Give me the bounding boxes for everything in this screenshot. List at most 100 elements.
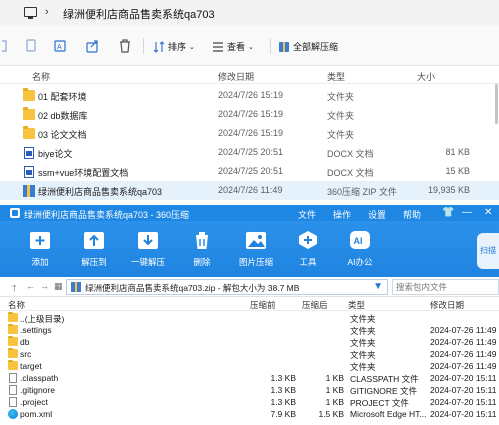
file-name: 03 论文文档 [38,130,87,140]
scan-button[interactable]: 扫描 [477,233,499,269]
file-row[interactable]: 02 db数据库 2024/7/26 15:19 文件夹 [0,105,499,124]
column-modified[interactable]: 修改日期 [218,70,254,83]
add-button[interactable]: 添加 [18,229,62,275]
zip-file-row[interactable]: .project 1.3 KB 1 KB PROJECT 文件 2024-07-20 1… [0,396,499,408]
copy-icon[interactable] [24,38,38,54]
ai-office-button[interactable]: AI AI办公 [338,229,382,275]
docx-icon [24,166,34,178]
zip-file-modified: 2024-07-26 11:49 [430,337,497,347]
zip-window-title: 绿洲便利店商品售卖系统qa703 - 360压缩 [24,210,190,220]
column-type[interactable]: 类型 [327,70,345,83]
sort-button[interactable]: 排序 ⌄ [153,40,195,53]
file-icon [9,373,17,383]
chevron-right-icon: › [45,6,49,18]
zip-column-headers: 名称 压缩前 压缩后 类型 修改日期 [0,297,499,311]
command-bar: A 排序 ⌄ 查看 ⌄ 全部解压缩 [0,26,499,66]
share-icon[interactable] [86,38,100,54]
folder-icon [8,336,18,346]
zip-file-size: 1.3 KB [270,397,296,407]
menu-file[interactable]: 文件 [298,208,316,221]
dropdown-arrow-icon[interactable]: ▼ [373,281,383,292]
image-compress-button[interactable]: 图片压缩 [234,229,278,275]
zip-file-modified: 2024-07-20 15:11 [430,397,497,407]
toolbar-separator [143,38,144,54]
zip-file-name: src [20,349,32,359]
zip-file-packed: 1 KB [325,397,344,407]
column-name[interactable]: 名称 [32,70,50,83]
zip-search-input[interactable] [393,280,498,294]
delete-icon [195,232,209,249]
zip-address-box[interactable]: 绿洲便利店商品售卖系统qa703.zip - 解包大小为 38.7 MB ▼ [66,279,388,295]
extract-to-button[interactable]: 解压到 [72,229,116,275]
file-modified: 2024/7/25 20:51 [218,166,284,176]
zip-ribbon: 添加 解压到 一键解压 删除 图片压缩 工具 AI AI办公 扫描 [0,221,499,277]
minimize-icon[interactable]: — [462,207,472,218]
zip-file-modified: 2024-07-26 11:49 [430,361,497,371]
zip-column-size[interactable]: 压缩前 [250,299,276,311]
zip-file-row[interactable]: db 文件夹 2024-07-26 11:49 [0,336,499,348]
menu-operate[interactable]: 操作 [333,208,351,221]
zip-address-text: 绿洲便利店商品售卖系统qa703.zip - 解包大小为 38.7 MB [85,283,300,293]
zip-search-box[interactable] [392,279,499,295]
column-headers: 名称 修改日期 类型 大小 [0,66,499,84]
zip-column-type[interactable]: 类型 [348,299,365,311]
file-name: 02 db数据库 [38,111,88,121]
address-bar[interactable]: › 绿洲便利店商品售卖系统qa703 [0,0,499,26]
zip-file-row[interactable]: ..(上级目录) 文件夹 [0,312,499,324]
folder-icon [8,324,18,334]
tools-label: 工具 [299,257,317,267]
zip-icon [23,185,35,197]
view-button[interactable]: 查看 ⌄ [212,40,254,53]
zip-file-modified: 2024-07-26 11:49 [430,349,497,359]
rename-icon[interactable]: A [54,38,68,54]
file-row[interactable]: 01 配套环境 2024/7/26 15:19 文件夹 [0,86,499,105]
back-arrow-icon[interactable]: ← [26,281,35,291]
up-arrow-icon[interactable]: 🡑 [12,281,17,297]
file-row[interactable]: ssm+vue环境配置文档 2024/7/25 20:51 DOCX 文档 15 KB [0,162,499,181]
zip-column-packed[interactable]: 压缩后 [302,299,328,311]
extract-all-button[interactable]: 全部解压缩 [278,40,338,53]
column-size[interactable]: 大小 [417,70,435,83]
svg-text:AI: AI [354,236,363,246]
zip-file-name: .classpath [20,373,59,383]
file-row[interactable]: 绿洲便利店商品售卖系统qa703 2024/7/26 11:49 360压缩 ZIP… [0,181,499,200]
zip-file-row[interactable]: .gitignore 1.3 KB 1 KB GITIGNORE 文件 2024-07-… [0,384,499,396]
zip-file-row[interactable]: .settings 文件夹 2024-07-26 11:49 [0,324,499,336]
delete-button[interactable]: 删除 [180,229,224,275]
add-label: 添加 [31,257,49,267]
view-list-icon[interactable]: ▦ [54,281,63,292]
folder-icon [23,107,35,120]
file-type: 文件夹 [327,130,355,140]
file-row[interactable]: 03 论文文档 2024/7/26 15:19 文件夹 [0,124,499,143]
file-name: biye论文 [38,149,73,159]
zip-file-row[interactable]: target 文件夹 2024-07-26 11:49 [0,360,499,372]
zip-column-name[interactable]: 名称 [8,299,25,311]
folder-icon [23,88,35,101]
skin-icon[interactable]: 👕 [442,207,454,218]
scrollbar-thumb[interactable] [495,84,498,124]
cut-icon[interactable] [2,38,16,54]
zip-file-size: 1.3 KB [270,373,296,383]
file-type: DOCX 文档 [327,168,374,178]
this-pc-icon[interactable] [24,7,37,19]
zip-column-modified[interactable]: 修改日期 [430,299,464,311]
one-click-extract-button[interactable]: 一键解压 [126,229,170,275]
delete-icon[interactable] [118,38,132,54]
file-name: 01 配套环境 [38,92,87,102]
toolbar-separator [270,38,271,54]
zip-file-packed: 1.5 KB [318,409,344,419]
close-icon[interactable]: ✕ [484,207,492,218]
zip-file-row[interactable]: src 文件夹 2024-07-26 11:49 [0,348,499,360]
zip-file-size: 7.9 KB [270,409,296,419]
menu-settings[interactable]: 设置 [368,208,386,221]
address-path[interactable]: 绿洲便利店商品售卖系统qa703 [63,6,215,22]
file-row[interactable]: biye论文 2024/7/25 20:51 DOCX 文档 81 KB [0,143,499,162]
file-name: ssm+vue环境配置文档 [38,168,129,178]
forward-arrow-icon[interactable]: → [40,281,49,291]
one-click-extract-label: 一键解压 [130,257,165,267]
zip-file-row[interactable]: .classpath 1.3 KB 1 KB CLASSPATH 文件 2024-07-… [0,372,499,384]
tools-button[interactable]: 工具 [286,229,330,275]
view-label: 查看 [227,42,246,52]
zip-file-row[interactable]: pom.xml 7.9 KB 1.5 KB Microsoft Edge HT... 2… [0,408,499,420]
menu-help[interactable]: 帮助 [403,208,421,221]
